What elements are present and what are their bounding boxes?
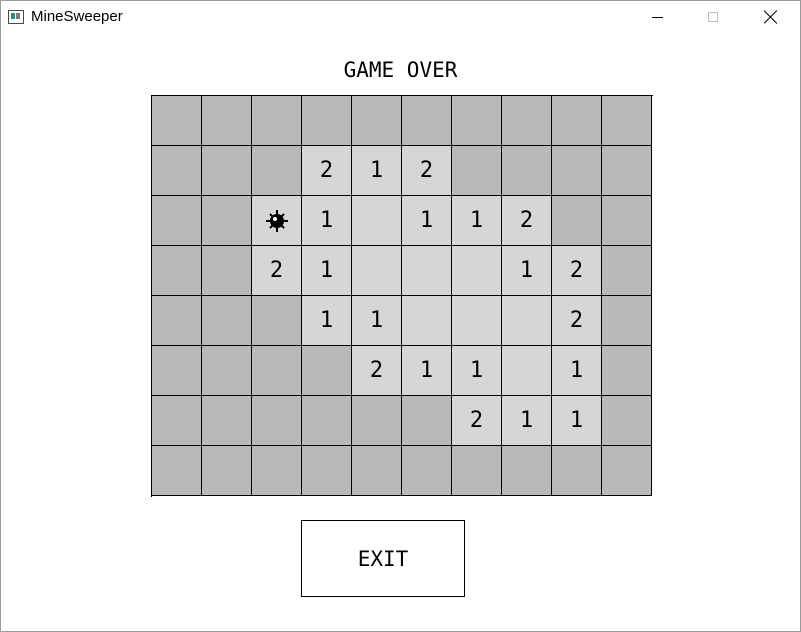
minimize-icon	[651, 16, 663, 18]
hidden-cell[interactable]	[552, 446, 602, 496]
hidden-cell[interactable]	[552, 96, 602, 146]
hidden-cell[interactable]	[202, 146, 252, 196]
hidden-cell[interactable]	[202, 296, 252, 346]
number-cell[interactable]: 2	[402, 146, 452, 196]
hidden-cell[interactable]	[602, 346, 652, 396]
minimize-button[interactable]	[634, 1, 680, 33]
number-cell[interactable]: 1	[402, 346, 452, 396]
revealed-empty-cell[interactable]	[352, 196, 402, 246]
hidden-cell[interactable]	[402, 396, 452, 446]
hidden-cell[interactable]	[502, 96, 552, 146]
hidden-cell[interactable]	[402, 446, 452, 496]
hidden-cell[interactable]	[252, 296, 302, 346]
hidden-cell[interactable]	[302, 396, 352, 446]
hidden-cell[interactable]	[252, 396, 302, 446]
number-cell[interactable]: 2	[552, 246, 602, 296]
number-cell[interactable]: 1	[352, 146, 402, 196]
hidden-cell[interactable]	[152, 196, 202, 246]
hidden-cell[interactable]	[452, 96, 502, 146]
revealed-empty-cell[interactable]	[402, 296, 452, 346]
hidden-cell[interactable]	[502, 146, 552, 196]
hidden-cell[interactable]	[152, 396, 202, 446]
number-cell[interactable]: 1	[352, 296, 402, 346]
number-cell[interactable]: 2	[552, 296, 602, 346]
hidden-cell[interactable]	[602, 246, 652, 296]
mine-cell[interactable]	[252, 196, 302, 246]
minesweeper-app-icon[interactable]	[8, 10, 24, 24]
minefield-grid: 212111221121122111211	[151, 95, 653, 497]
close-button[interactable]	[748, 1, 794, 33]
number-cell[interactable]: 2	[452, 396, 502, 446]
number-cell[interactable]: 1	[552, 346, 602, 396]
hidden-cell[interactable]	[152, 296, 202, 346]
revealed-empty-cell[interactable]	[352, 246, 402, 296]
hidden-cell[interactable]	[252, 446, 302, 496]
number-cell[interactable]: 1	[502, 246, 552, 296]
exit-button[interactable]: EXIT	[301, 520, 465, 597]
hidden-cell[interactable]	[202, 396, 252, 446]
hidden-cell[interactable]	[602, 146, 652, 196]
hidden-cell[interactable]	[302, 446, 352, 496]
hidden-cell[interactable]	[252, 146, 302, 196]
hidden-cell[interactable]	[202, 96, 252, 146]
number-cell[interactable]: 1	[452, 196, 502, 246]
number-cell[interactable]: 1	[452, 346, 502, 396]
hidden-cell[interactable]	[252, 96, 302, 146]
number-cell[interactable]: 1	[552, 396, 602, 446]
hidden-cell[interactable]	[152, 146, 202, 196]
revealed-empty-cell[interactable]	[502, 296, 552, 346]
hidden-cell[interactable]	[552, 196, 602, 246]
hidden-cell[interactable]	[352, 396, 402, 446]
hidden-cell[interactable]	[152, 346, 202, 396]
hidden-cell[interactable]	[502, 446, 552, 496]
number-cell[interactable]: 1	[302, 296, 352, 346]
hidden-cell[interactable]	[152, 246, 202, 296]
hidden-cell[interactable]	[602, 196, 652, 246]
number-cell[interactable]: 2	[252, 246, 302, 296]
number-cell[interactable]: 1	[402, 196, 452, 246]
hidden-cell[interactable]	[302, 96, 352, 146]
hidden-cell[interactable]	[202, 446, 252, 496]
number-cell[interactable]: 2	[502, 196, 552, 246]
game-status: GAME OVER	[343, 58, 458, 82]
mine-icon	[265, 209, 288, 232]
revealed-empty-cell[interactable]	[452, 296, 502, 346]
hidden-cell[interactable]	[202, 196, 252, 246]
revealed-empty-cell[interactable]	[452, 246, 502, 296]
hidden-cell[interactable]	[352, 96, 402, 146]
hidden-cell[interactable]	[402, 96, 452, 146]
hidden-cell[interactable]	[202, 346, 252, 396]
hidden-cell[interactable]	[602, 296, 652, 346]
number-cell[interactable]: 1	[302, 196, 352, 246]
revealed-empty-cell[interactable]	[502, 346, 552, 396]
hidden-cell[interactable]	[602, 446, 652, 496]
hidden-cell[interactable]	[602, 96, 652, 146]
maximize-button[interactable]	[690, 1, 736, 33]
hidden-cell[interactable]	[602, 396, 652, 446]
hidden-cell[interactable]	[452, 146, 502, 196]
number-cell[interactable]: 1	[302, 246, 352, 296]
number-cell[interactable]: 1	[502, 396, 552, 446]
hidden-cell[interactable]	[552, 146, 602, 196]
number-cell[interactable]: 2	[302, 146, 352, 196]
number-cell[interactable]: 2	[352, 346, 402, 396]
hidden-cell[interactable]	[352, 446, 402, 496]
window-title: MineSweeper	[31, 8, 123, 25]
title-bar[interactable]: MineSweeper	[1, 1, 800, 33]
close-icon	[764, 10, 778, 24]
hidden-cell[interactable]	[302, 346, 352, 396]
hidden-cell[interactable]	[452, 446, 502, 496]
hidden-cell[interactable]	[152, 446, 202, 496]
hidden-cell[interactable]	[152, 96, 202, 146]
maximize-icon	[708, 12, 718, 22]
hidden-cell[interactable]	[252, 346, 302, 396]
revealed-empty-cell[interactable]	[402, 246, 452, 296]
hidden-cell[interactable]	[202, 246, 252, 296]
